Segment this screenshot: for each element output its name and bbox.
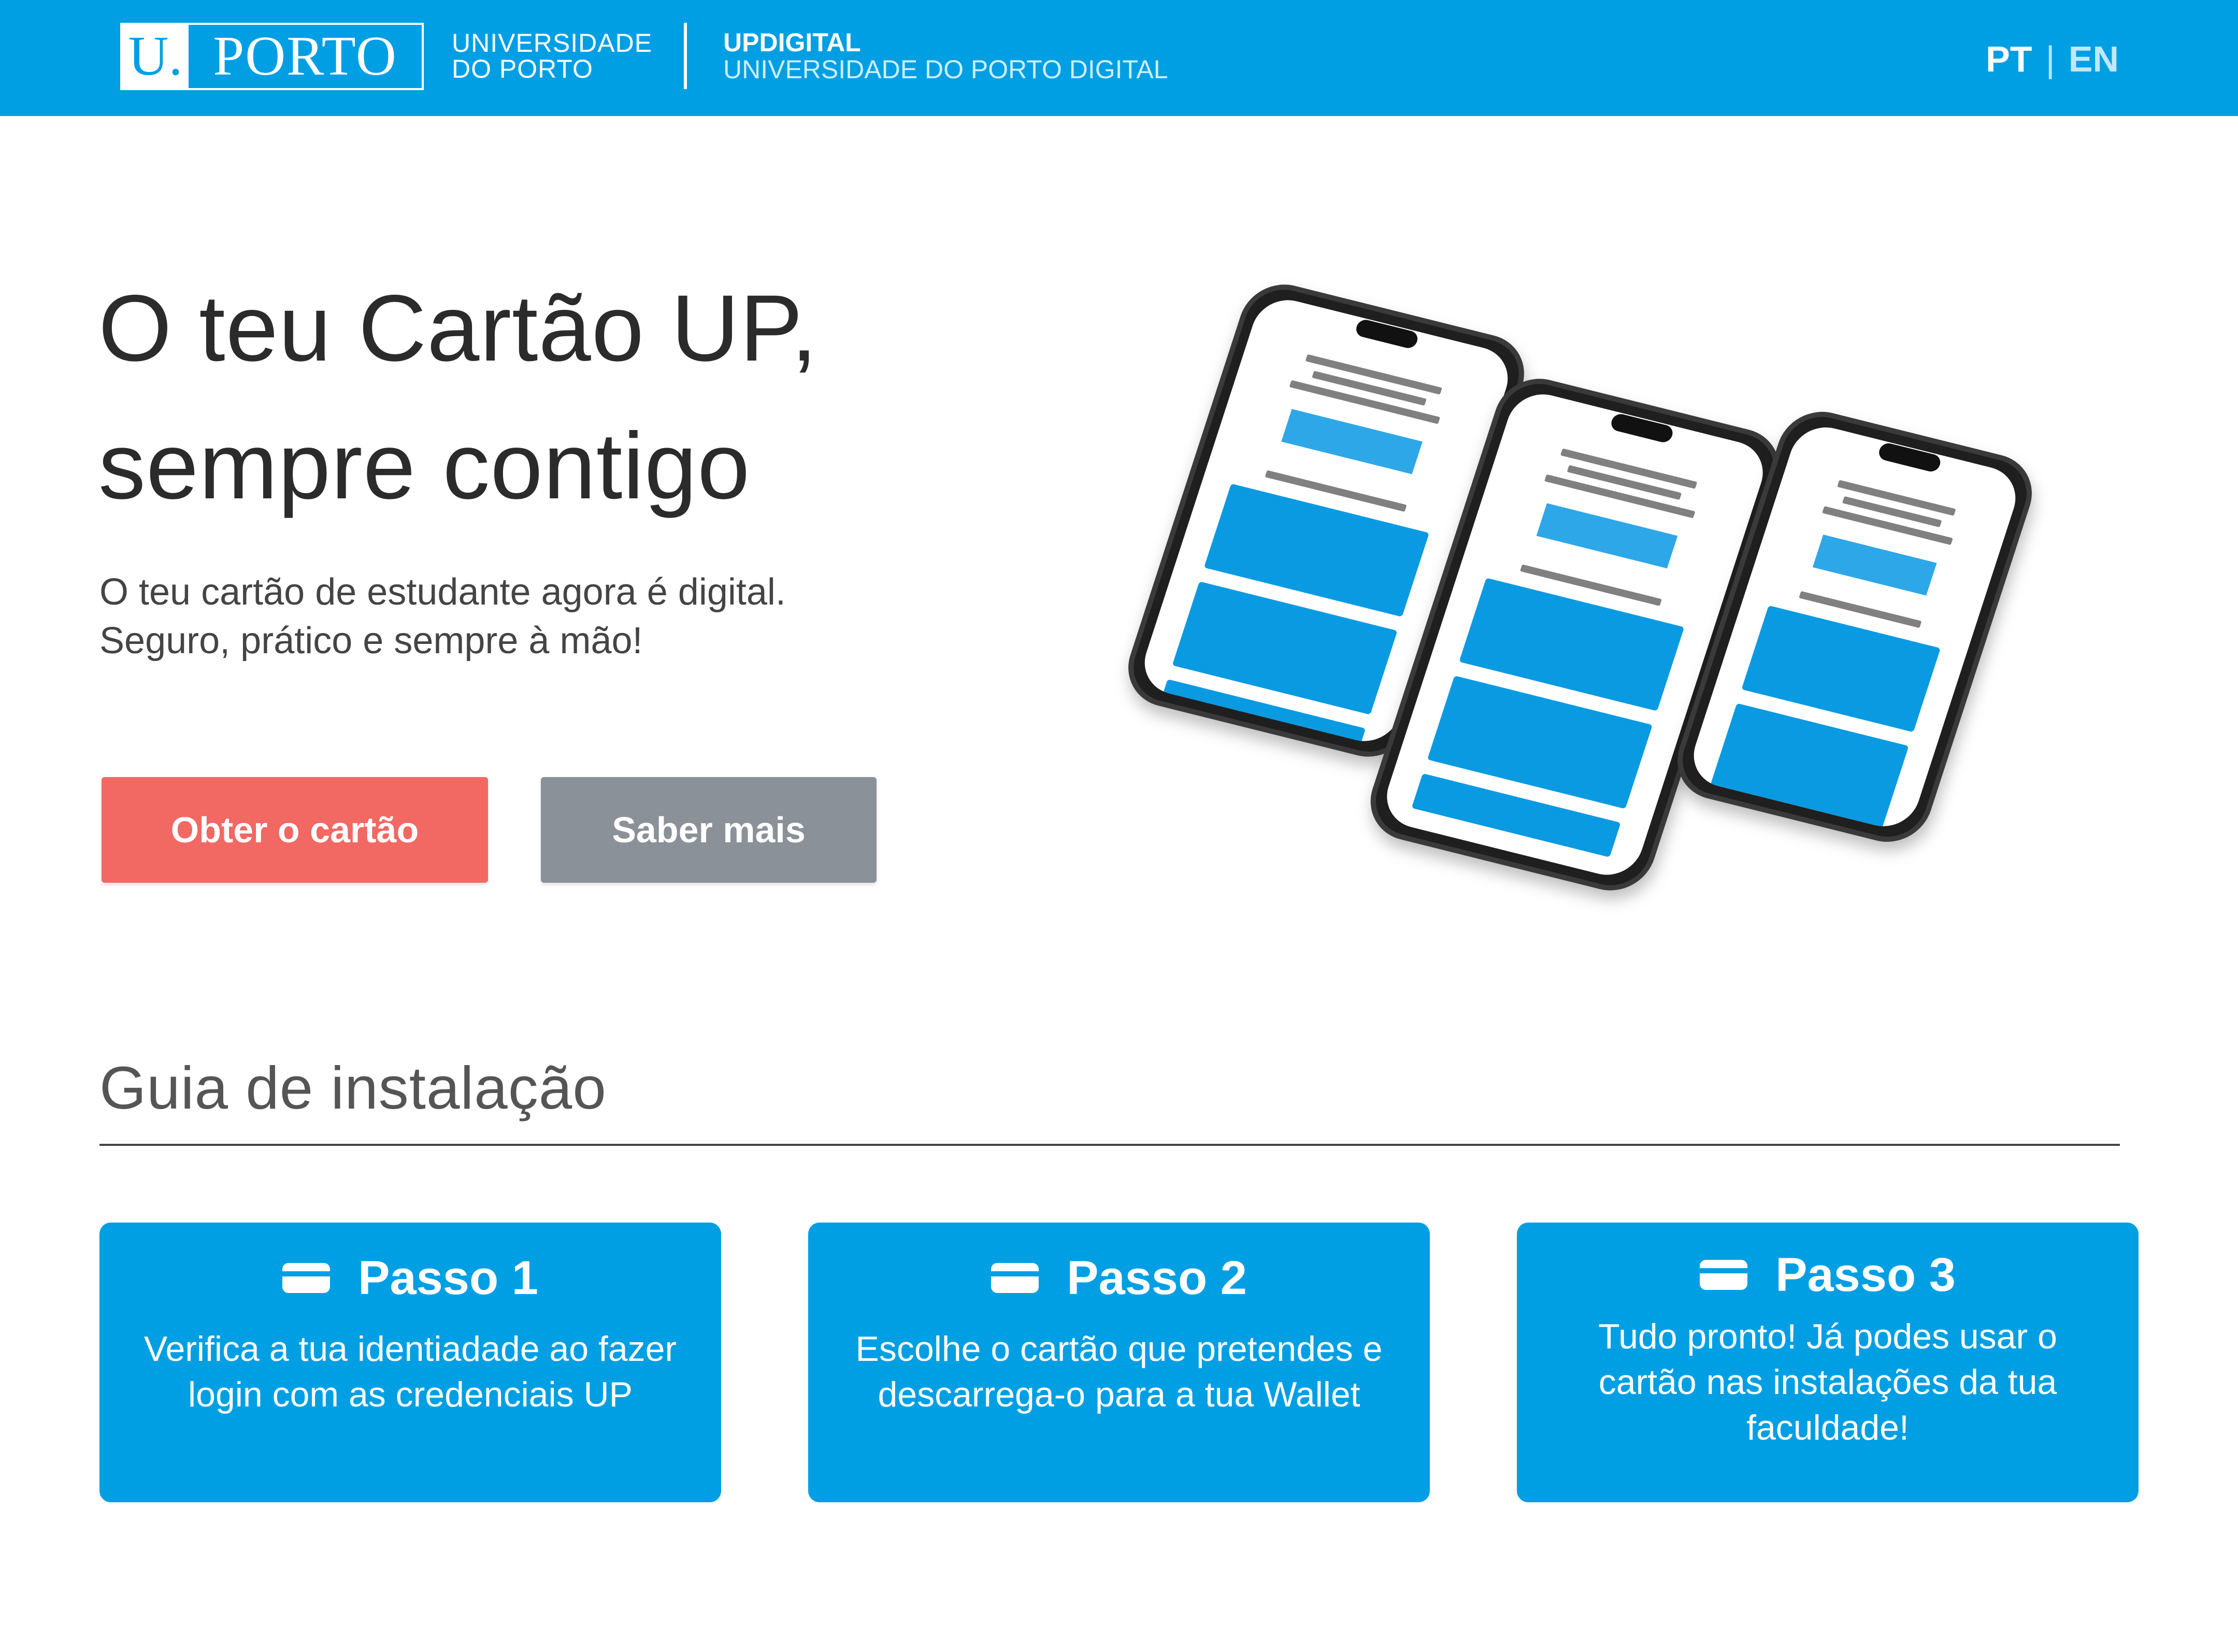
logo-porto: PORTO: [213, 25, 397, 87]
hero-subtitle-line2: Seguro, prático e sempre à mão!: [99, 620, 643, 662]
header-divider: [684, 23, 687, 89]
logo-u: U.: [122, 25, 189, 88]
step-card-2: Passo 2 Escolhe o cartão que pretendes e…: [808, 1223, 1430, 1502]
lang-separator: |: [2045, 39, 2055, 79]
step-description: Escolhe o cartão que pretendes e descarr…: [855, 1329, 1383, 1414]
step-label: Passo 2: [1067, 1252, 1247, 1304]
university-name-line1: UNIVERSIDADE: [452, 28, 653, 58]
hero-title-line2: sempre contigo: [98, 413, 751, 519]
updigital-subtitle: UNIVERSIDADE DO PORTO DIGITAL: [723, 55, 1168, 84]
card-icon: [282, 1263, 331, 1293]
step-description: Tudo pronto! Já podes usar o cartão nas …: [1598, 1317, 2057, 1447]
card-icon: [1700, 1260, 1748, 1290]
get-card-button[interactable]: Obter o cartão: [102, 777, 488, 883]
step-heading: Passo 3: [1517, 1246, 2139, 1303]
step-heading: Passo 1: [99, 1249, 721, 1306]
guide-divider: [99, 1144, 2120, 1146]
card-icon: [991, 1263, 1039, 1293]
university-name-line2: DO PORTO: [452, 54, 593, 83]
guide-title: Guia de instalação: [99, 1054, 607, 1122]
learn-more-button[interactable]: Saber mais: [541, 777, 877, 883]
step-label: Passo 3: [1775, 1248, 1956, 1301]
updigital-title: UPDIGITAL: [723, 28, 861, 57]
step-heading: Passo 2: [808, 1249, 1430, 1306]
step-description: Verifica a tua identiadade ao fazer logi…: [144, 1329, 677, 1414]
phones-illustration: [1117, 269, 2093, 943]
lang-pt-link[interactable]: PT: [1986, 38, 2032, 80]
hero-subtitle: O teu cartão de estudante agora é digita…: [99, 568, 1032, 665]
step-card-1: Passo 1 Verifica a tua identiadade ao fa…: [99, 1223, 721, 1502]
top-bar: U. PORTO UNIVERSIDADE DO PORTO UPDIGITAL…: [0, 0, 2238, 116]
step-label: Passo 1: [358, 1252, 538, 1304]
hero-subtitle-line1: O teu cartão de estudante agora é digita…: [99, 571, 786, 613]
language-switcher: PT | EN: [1986, 38, 2119, 80]
hero-title: O teu Cartão UP, sempre contigo: [98, 259, 979, 535]
step-card-3: Passo 3 Tudo pronto! Já podes usar o car…: [1517, 1223, 2139, 1502]
university-name: UNIVERSIDADE DO PORTO: [452, 30, 652, 82]
lang-en-link[interactable]: EN: [2069, 38, 2119, 80]
uporto-logo[interactable]: U. PORTO: [120, 23, 424, 90]
hero-title-line1: O teu Cartão UP,: [98, 275, 818, 381]
